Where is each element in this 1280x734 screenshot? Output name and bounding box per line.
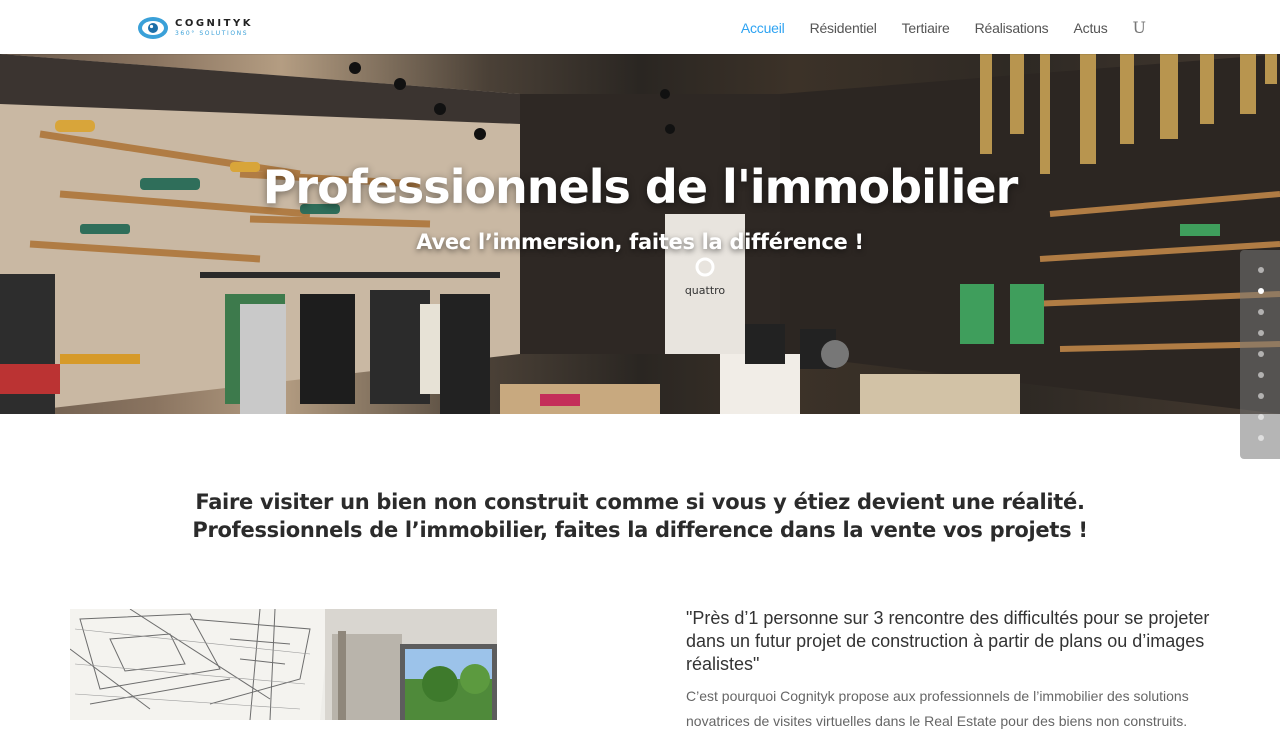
blueprint-room-image [70,609,497,720]
section-dot[interactable] [1258,351,1264,357]
hero-subtitle: Avec l’immersion, faites la différence ! [416,230,864,254]
section-dot-nav [1240,250,1280,459]
nav-item-actus[interactable]: Actus [1074,20,1108,36]
section-dot[interactable] [1258,414,1264,420]
brand-name: COGNITYK [175,18,253,29]
section-dot[interactable] [1258,267,1264,273]
section-dot[interactable] [1258,435,1264,441]
section-dot[interactable] [1258,330,1264,336]
site-logo[interactable]: COGNITYK 360° SOLUTIONS [137,14,253,42]
hero-title: Professionnels de l'immobilier [262,160,1019,214]
nav-item-residentiel[interactable]: Résidentiel [810,20,877,36]
section-dot-active[interactable] [1258,288,1264,294]
search-icon[interactable]: U [1133,18,1146,37]
eye-logo-icon [138,17,168,39]
blueprint-illustration [70,609,497,720]
section-dot[interactable] [1258,372,1264,378]
intro-line-1: Faire visiter un bien non construit comm… [195,490,1085,514]
store-sign: quattro [685,284,726,297]
nav-item-tertiaire[interactable]: Tertiaire [902,20,950,36]
intro-line-2: Professionnels de l’immobilier, faites l… [192,518,1088,542]
main-nav: Accueil Résidentiel Tertiaire Réalisatio… [716,18,1146,37]
intro-heading: Faire visiter un bien non construit comm… [0,488,1280,544]
site-header: COGNITYK 360° SOLUTIONS Accueil Résident… [0,0,1280,54]
brand-tagline: 360° SOLUTIONS [175,30,249,37]
statistic-quote: "Près d’1 personne sur 3 rencontre des d… [686,608,1210,674]
section-dot[interactable] [1258,393,1264,399]
hero-banner: quattro Professionnels de l'immobilier A… [0,54,1280,414]
section-dot[interactable] [1258,309,1264,315]
nav-item-realisations[interactable]: Réalisations [975,20,1049,36]
intro-paragraph: C’est pourquoi Cognityk propose aux prof… [686,688,1189,729]
nav-item-accueil[interactable]: Accueil [741,20,785,36]
